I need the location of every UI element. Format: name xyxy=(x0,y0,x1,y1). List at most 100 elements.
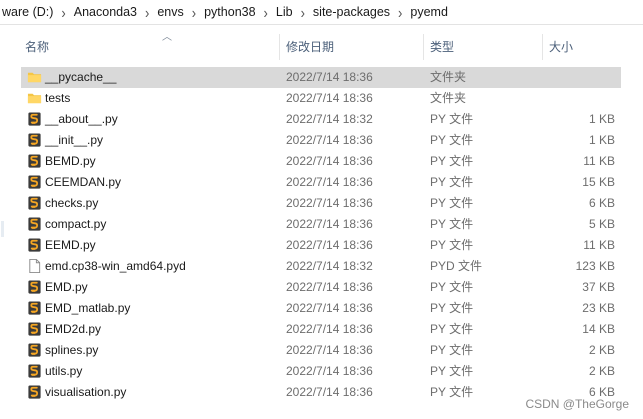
file-type: PY 文件 xyxy=(430,217,474,231)
breadcrumb-item[interactable]: pyemd xyxy=(404,5,454,19)
chevron-right-icon[interactable]: › xyxy=(143,3,151,21)
file-name[interactable]: EEMD.py xyxy=(45,235,96,256)
file-date: 2022/7/14 18:36 xyxy=(286,70,373,84)
column-name-header[interactable]: 名称 xyxy=(25,30,49,60)
python-file-icon xyxy=(27,342,42,358)
column-date-header[interactable]: 修改日期 xyxy=(286,30,334,60)
address-bar[interactable]: ware (D:) › Anaconda3 › envs › python38 › Lib › si… xyxy=(0,0,643,25)
file-name[interactable]: EMD.py xyxy=(45,277,88,298)
file-row[interactable]: __pycache__ 2022/7/14 18:36 文件夹 xyxy=(18,67,643,88)
column-divider[interactable] xyxy=(279,34,280,60)
file-name[interactable]: checks.py xyxy=(45,193,98,214)
file-name[interactable]: tests xyxy=(45,88,70,109)
column-header: ︿ 名称 修改日期 类型 大小 xyxy=(18,30,643,60)
file-size: 11 KB xyxy=(583,238,615,252)
file-name[interactable]: __about__.py xyxy=(45,109,118,130)
file-type: PY 文件 xyxy=(430,364,474,378)
file-row[interactable]: EMD2d.py 2022/7/14 18:36 PY 文件 14 KB xyxy=(18,319,643,340)
python-file-icon xyxy=(27,111,42,127)
python-file-icon xyxy=(27,216,42,232)
file-row[interactable]: utils.py 2022/7/14 18:36 PY 文件 2 KB xyxy=(18,361,643,382)
breadcrumb-item[interactable]: envs xyxy=(151,5,189,19)
navigation-pane[interactable] xyxy=(0,25,8,419)
file-row[interactable]: emd.cp38-win_amd64.pyd 2022/7/14 18:32 PYD… xyxy=(18,256,643,277)
python-file-icon xyxy=(27,132,42,148)
file-type: PY 文件 xyxy=(430,322,474,336)
file-row[interactable]: tests 2022/7/14 18:36 文件夹 xyxy=(18,88,643,109)
file-size: 15 KB xyxy=(582,175,615,189)
file-date: 2022/7/14 18:36 xyxy=(286,238,373,252)
file-date: 2022/7/14 18:36 xyxy=(286,322,373,336)
file-type: PY 文件 xyxy=(430,133,474,147)
file-date: 2022/7/14 18:36 xyxy=(286,343,373,357)
file-name[interactable]: compact.py xyxy=(45,214,106,235)
file-date: 2022/7/14 18:36 xyxy=(286,385,373,399)
file-type: PY 文件 xyxy=(430,196,474,210)
file-date: 2022/7/14 18:36 xyxy=(286,301,373,315)
python-file-icon xyxy=(27,363,42,379)
file-size: 2 KB xyxy=(588,364,615,378)
file-name[interactable]: __init__.py xyxy=(45,130,103,151)
breadcrumb-item[interactable]: ware (D:) xyxy=(0,5,59,19)
python-file-icon xyxy=(27,174,42,190)
column-divider[interactable] xyxy=(423,34,424,60)
file-size: 2 KB xyxy=(588,343,615,357)
file-row[interactable]: __about__.py 2022/7/14 18:32 PY 文件 1 KB xyxy=(18,109,643,130)
file-type: PY 文件 xyxy=(430,175,474,189)
column-size-header[interactable]: 大小 xyxy=(549,30,573,60)
file-date: 2022/7/14 18:36 xyxy=(286,91,373,105)
chevron-right-icon[interactable]: › xyxy=(262,3,270,21)
file-row[interactable]: EMD.py 2022/7/14 18:36 PY 文件 37 KB xyxy=(18,277,643,298)
python-file-icon xyxy=(27,384,42,400)
breadcrumb-item[interactable]: Lib xyxy=(270,5,299,19)
chevron-right-icon[interactable]: › xyxy=(59,3,67,21)
file-name[interactable]: utils.py xyxy=(45,361,82,382)
column-divider[interactable] xyxy=(542,34,543,60)
python-file-icon xyxy=(27,153,42,169)
file-type: 文件夹 xyxy=(430,91,467,105)
file-row[interactable]: EEMD.py 2022/7/14 18:36 PY 文件 11 KB xyxy=(18,235,643,256)
file-date: 2022/7/14 18:36 xyxy=(286,280,373,294)
file-name[interactable]: EMD2d.py xyxy=(45,319,101,340)
python-file-icon xyxy=(27,321,42,337)
watermark: CSDN @TheGorge xyxy=(525,397,629,411)
file-type: PY 文件 xyxy=(430,343,474,357)
chevron-right-icon[interactable]: › xyxy=(396,3,404,21)
file-name[interactable]: CEEMDAN.py xyxy=(45,172,121,193)
file-type: PY 文件 xyxy=(430,385,474,399)
sort-ascending-icon[interactable]: ︿ xyxy=(162,28,172,43)
file-name[interactable]: splines.py xyxy=(45,340,98,361)
file-size: 123 KB xyxy=(575,259,615,273)
file-name[interactable]: visualisation.py xyxy=(45,382,126,403)
file-row[interactable]: compact.py 2022/7/14 18:36 PY 文件 5 KB xyxy=(18,214,643,235)
chevron-right-icon[interactable]: › xyxy=(299,3,307,21)
file-type: PY 文件 xyxy=(430,301,474,315)
file-name[interactable]: emd.cp38-win_amd64.pyd xyxy=(45,256,186,277)
folder-icon xyxy=(27,90,42,106)
file-row[interactable]: CEEMDAN.py 2022/7/14 18:36 PY 文件 15 KB xyxy=(18,172,643,193)
file-name[interactable]: __pycache__ xyxy=(45,67,116,88)
file-size: 37 KB xyxy=(582,280,615,294)
breadcrumb-item[interactable]: Anaconda3 xyxy=(68,5,143,19)
file-row[interactable]: BEMD.py 2022/7/14 18:36 PY 文件 11 KB xyxy=(18,151,643,172)
file-size: 11 KB xyxy=(583,154,615,168)
file-row[interactable]: splines.py 2022/7/14 18:36 PY 文件 2 KB xyxy=(18,340,643,361)
file-type: PY 文件 xyxy=(430,238,474,252)
file-date: 2022/7/14 18:36 xyxy=(286,175,373,189)
chevron-right-icon[interactable]: › xyxy=(190,3,198,21)
file-size: 14 KB xyxy=(582,322,615,336)
file-row[interactable]: EMD_matlab.py 2022/7/14 18:36 PY 文件 23 KB xyxy=(18,298,643,319)
file-date: 2022/7/14 18:36 xyxy=(286,133,373,147)
file-row[interactable]: checks.py 2022/7/14 18:36 PY 文件 6 KB xyxy=(18,193,643,214)
file-date: 2022/7/14 18:32 xyxy=(286,259,373,273)
file-row[interactable]: __init__.py 2022/7/14 18:36 PY 文件 1 KB xyxy=(18,130,643,151)
file-type: PY 文件 xyxy=(430,154,474,168)
column-type-header[interactable]: 类型 xyxy=(430,30,454,60)
file-name[interactable]: BEMD.py xyxy=(45,151,96,172)
file-name[interactable]: EMD_matlab.py xyxy=(45,298,130,319)
file-date: 2022/7/14 18:36 xyxy=(286,154,373,168)
breadcrumb-item[interactable]: python38 xyxy=(198,5,261,19)
breadcrumb-item[interactable]: site-packages xyxy=(307,5,396,19)
file-type: PY 文件 xyxy=(430,280,474,294)
file-size: 6 KB xyxy=(588,196,615,210)
